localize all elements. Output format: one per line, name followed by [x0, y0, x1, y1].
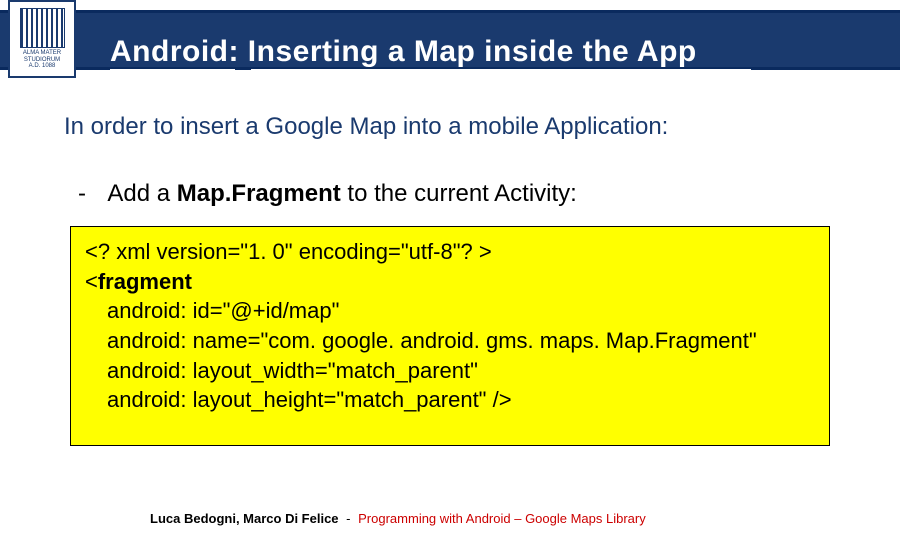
university-logo: ALMA MATER STUDIORUM A.D. 1088: [8, 0, 76, 78]
code-line: android: layout_width="match_parent": [85, 356, 815, 386]
title-rest: Inserting a Map inside the App: [239, 35, 697, 68]
code-line-bold: fragment: [98, 269, 192, 294]
bullet-dash: -: [78, 180, 102, 208]
title-underline-icon: [251, 69, 751, 71]
code-line-part: <: [85, 269, 98, 294]
slide-footer: Luca Bedogni, Marco Di Felice - Programm…: [150, 511, 646, 526]
bullet-bold: Map.Fragment: [177, 180, 341, 207]
code-line: android: name="com. google. android. gms…: [85, 326, 815, 356]
code-block: <? xml version="1. 0" encoding="utf-8"? …: [70, 226, 830, 446]
slide-header: Android: Inserting a Map inside the App: [0, 10, 900, 70]
footer-authors: Luca Bedogni, Marco Di Felice: [150, 511, 339, 526]
code-line: android: id="@+id/map": [85, 296, 815, 326]
bullet-post: to the current Activity:: [341, 180, 577, 207]
title-underline-icon: [110, 69, 235, 71]
logo-text-bottom: A.D. 1088: [29, 63, 56, 70]
code-line: android: layout_height="match_parent" />: [85, 385, 815, 415]
title-prefix: Android:: [110, 35, 239, 68]
bullet-item: - Add a Map.Fragment to the current Acti…: [78, 180, 577, 208]
slide-title: Android: Inserting a Map inside the App: [110, 35, 697, 69]
logo-crest-icon: [20, 8, 65, 48]
logo-text-top: ALMA MATER STUDIORUM: [10, 50, 74, 63]
code-line: <fragment: [85, 267, 815, 297]
footer-separator: -: [346, 511, 350, 526]
bullet-pre: Add a: [107, 180, 176, 207]
intro-text: In order to insert a Google Map into a m…: [64, 113, 668, 141]
code-line: <? xml version="1. 0" encoding="utf-8"? …: [85, 237, 815, 267]
footer-course-main: Programming with Android: [358, 511, 510, 526]
footer-course-sub: – Google Maps Library: [511, 511, 646, 526]
